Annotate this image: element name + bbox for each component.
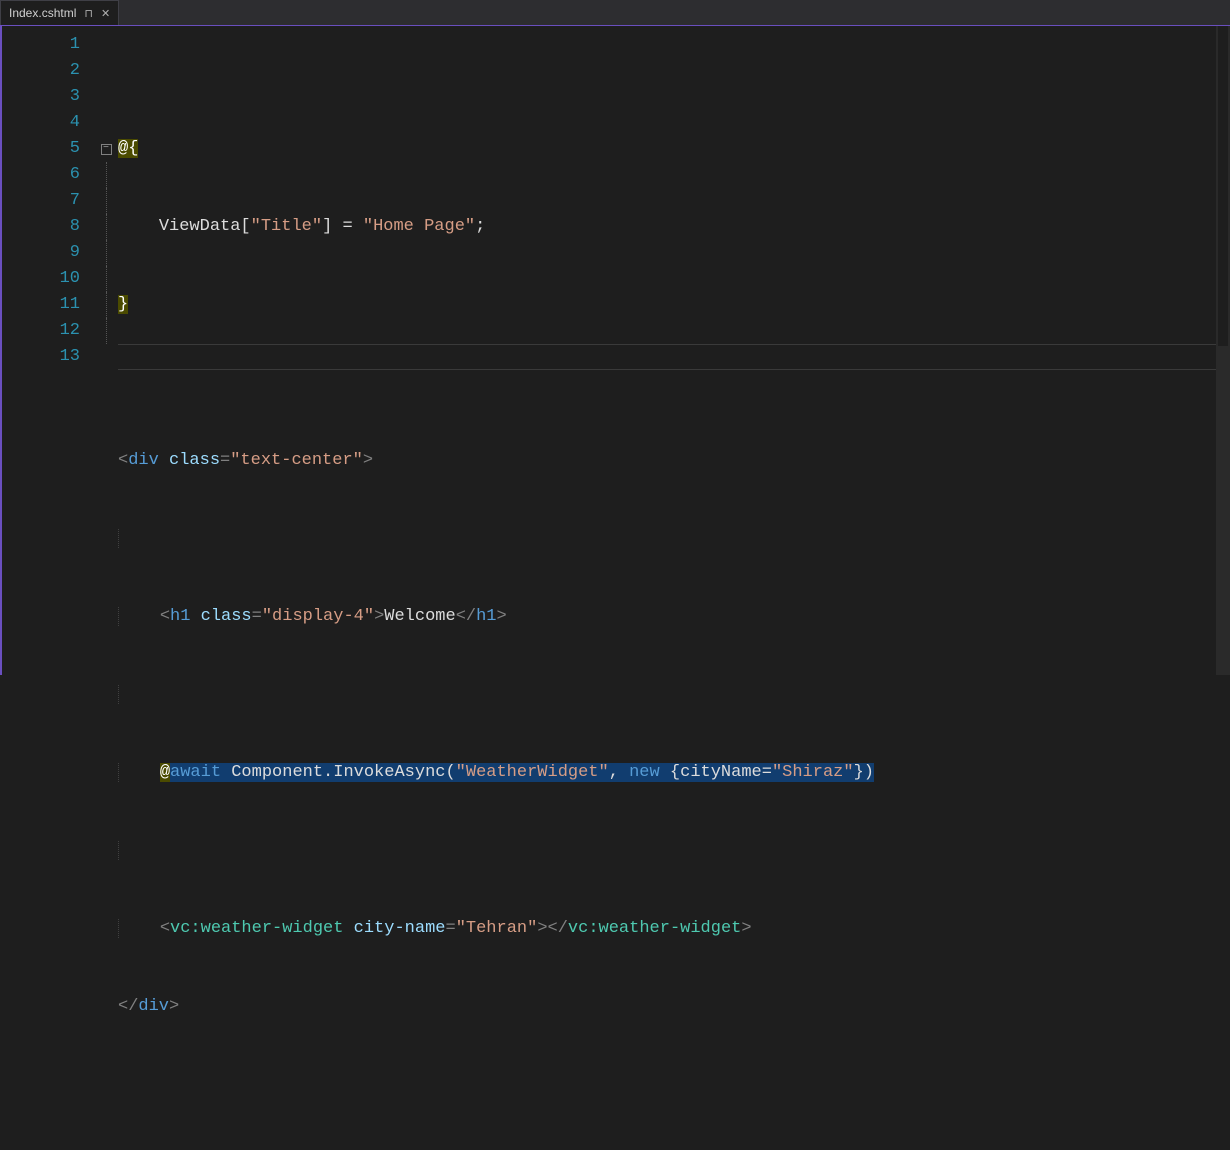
- code-area[interactable]: @{ ViewData["Title"] = "Home Page"; } <d…: [118, 26, 1230, 675]
- line-number-gutter: 1 2 3 4 5 6 7 8 9 10 11 12 13: [0, 26, 94, 675]
- fold-toggle-icon[interactable]: −: [101, 144, 112, 155]
- tab-index-cshtml[interactable]: Index.cshtml ⊓ ✕: [0, 0, 119, 25]
- tab-title: Index.cshtml: [9, 6, 76, 20]
- current-line-highlight: [118, 344, 1230, 370]
- tab-bar: Index.cshtml ⊓ ✕: [0, 0, 1230, 26]
- accent-stripe: [0, 26, 2, 675]
- code-editor[interactable]: 1 2 3 4 5 6 7 8 9 10 11 12 13 − @{ ViewD…: [0, 26, 1230, 675]
- fold-column: −: [94, 26, 118, 675]
- vertical-scrollbar[interactable]: [1216, 26, 1230, 675]
- scrollbar-thumb[interactable]: [1218, 26, 1228, 346]
- pin-icon[interactable]: ⊓: [84, 7, 93, 20]
- close-icon[interactable]: ✕: [101, 7, 110, 20]
